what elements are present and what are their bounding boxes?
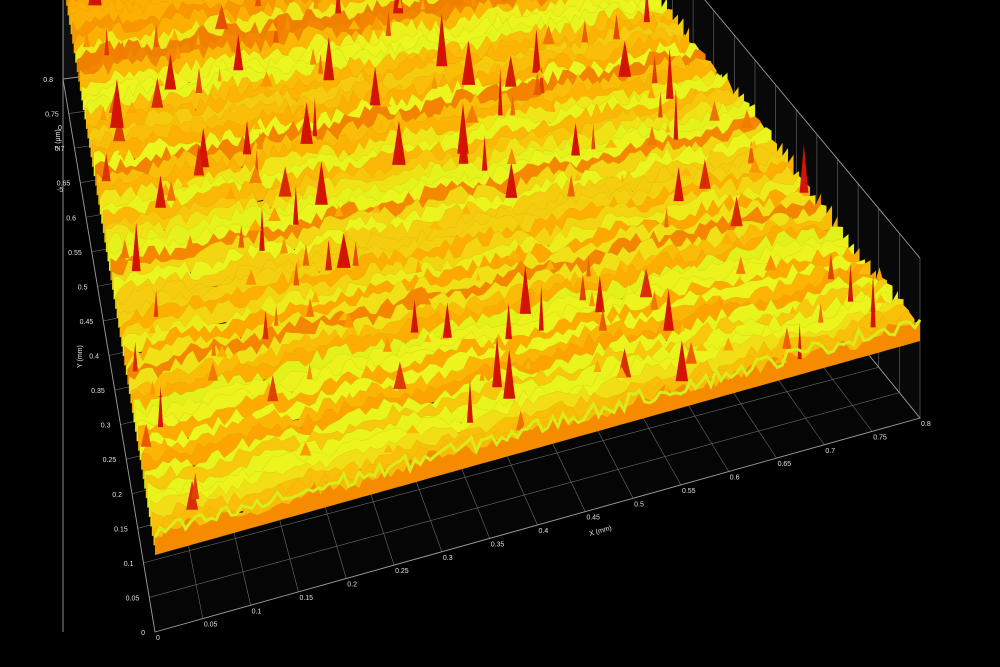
x-tick-label: 0.55 bbox=[682, 488, 696, 495]
y-tick-label: 0.2 bbox=[112, 492, 122, 499]
y-tick-label: 0.15 bbox=[114, 526, 128, 533]
z-tick-label: -5 bbox=[57, 187, 63, 194]
y-tick-label: 0.6 bbox=[66, 215, 76, 222]
y-tick-label: 0.4 bbox=[89, 354, 99, 361]
y-tick-label: 0.5 bbox=[78, 284, 88, 291]
y-tick-label: 0.3 bbox=[101, 423, 111, 430]
y-tick-label: 0.55 bbox=[68, 250, 82, 257]
x-tick-label: 0.65 bbox=[778, 461, 792, 468]
surface-peak bbox=[88, 0, 102, 6]
y-tick-label: 0.75 bbox=[45, 112, 59, 119]
surface-peak bbox=[255, 0, 262, 7]
y-axis-label: Y (mm) bbox=[77, 345, 84, 368]
y-tick-label: 0.1 bbox=[124, 561, 134, 568]
x-tick-label: 0.45 bbox=[586, 515, 600, 522]
y-tick-label: 0.8 bbox=[43, 77, 53, 84]
x-tick-label: 0.4 bbox=[539, 528, 549, 535]
x-tick-label: 0.75 bbox=[873, 434, 887, 441]
x-axis-label: X (mm) bbox=[589, 525, 613, 538]
x-tick-label: 0.05 bbox=[204, 622, 218, 629]
x-tick-label: 0 bbox=[156, 635, 160, 642]
x-tick-label: 0.8 bbox=[921, 421, 931, 428]
z-axis-label: Z (µm) bbox=[55, 129, 62, 150]
x-tick-label: 0.5 bbox=[634, 501, 644, 508]
x-tick-label: 0.15 bbox=[299, 595, 313, 602]
y-tick-label: 0.45 bbox=[80, 319, 94, 326]
x-tick-label: 0.7 bbox=[825, 448, 835, 455]
y-tick-label: 0.25 bbox=[103, 457, 117, 464]
y-tick-label: 0.05 bbox=[126, 595, 140, 602]
x-tick-label: 0.6 bbox=[730, 475, 740, 482]
y-tick-label: 0 bbox=[141, 630, 145, 637]
y-tick-label: 0.35 bbox=[91, 388, 105, 395]
x-tick-label: 0.35 bbox=[491, 541, 505, 548]
x-tick-label: 0.1 bbox=[252, 608, 262, 615]
x-tick-label: 0.2 bbox=[347, 582, 357, 589]
x-tick-label: 0.25 bbox=[395, 568, 409, 575]
surface-chart: 0 0.05 0.1 0.15 0.2 0.25 0.3 0.35 0.4 0.45 0.5 0.55… bbox=[43, 0, 931, 642]
x-tick-label: 0.3 bbox=[443, 555, 453, 562]
